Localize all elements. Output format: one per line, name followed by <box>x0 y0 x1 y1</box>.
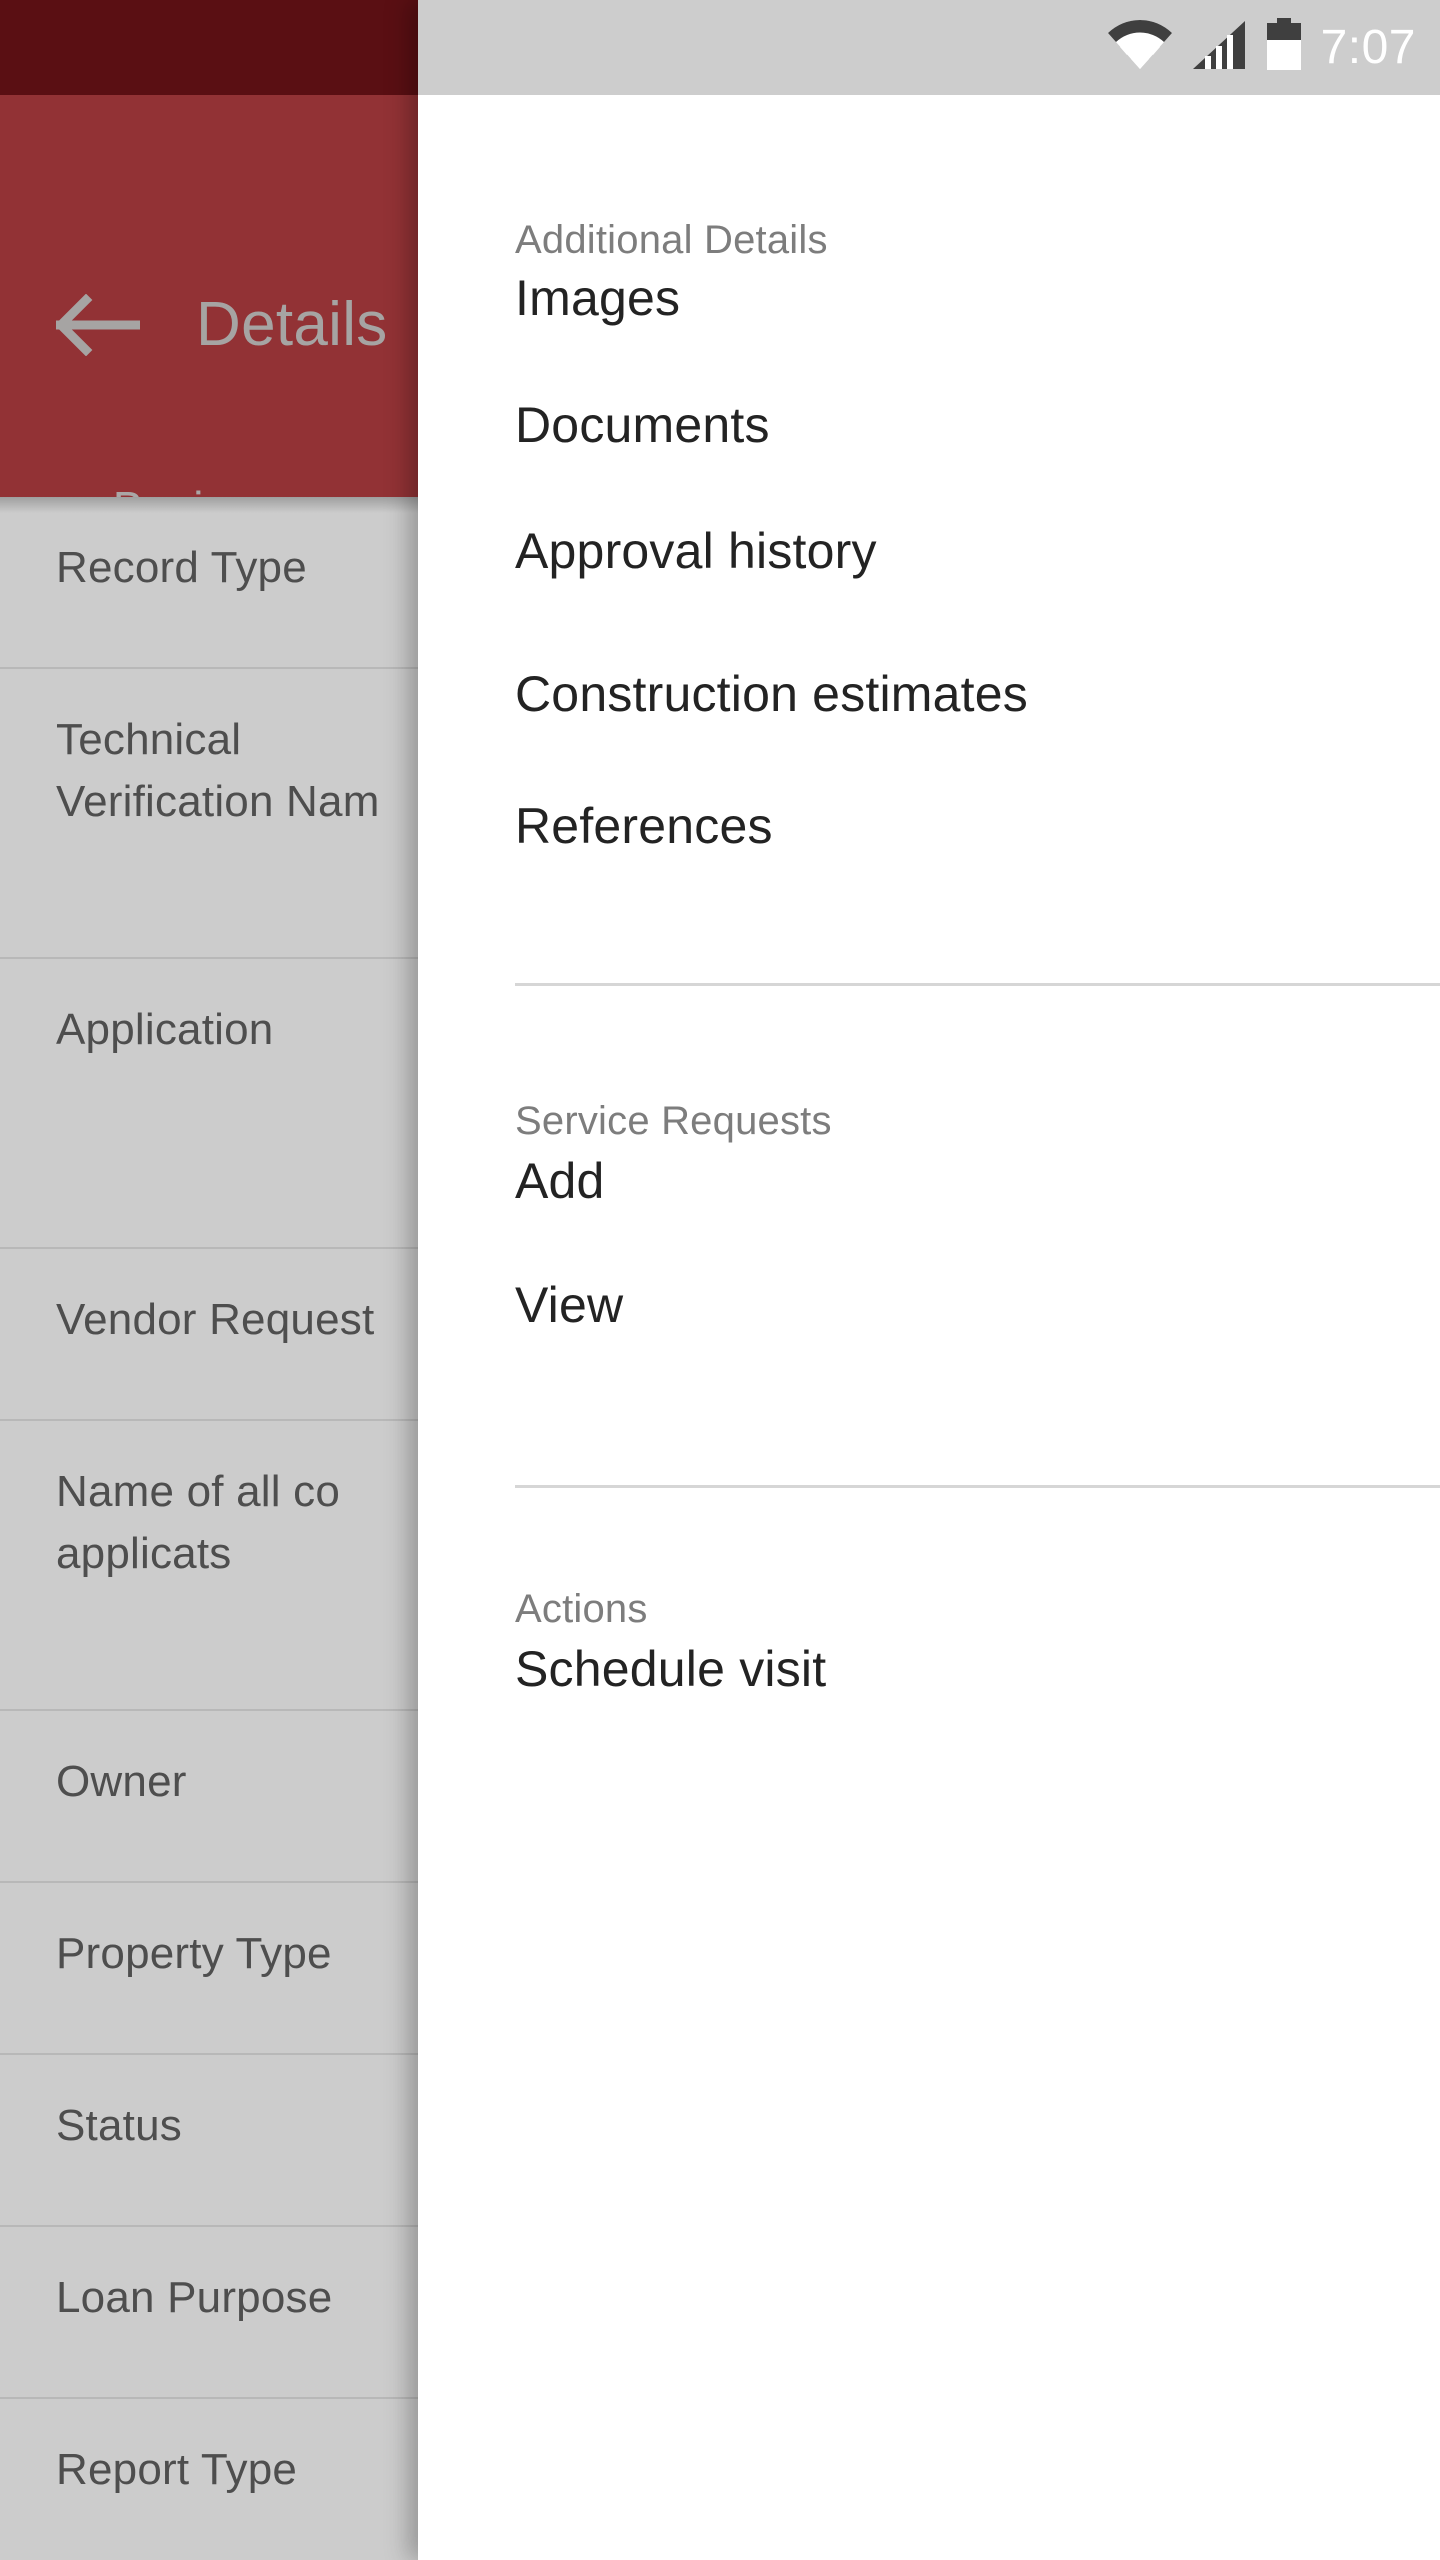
status-clock: 7:07 <box>1320 21 1416 74</box>
details-field-list: Record Type Technical Verification Nam A… <box>0 497 418 2560</box>
field-label: Loan Purpose <box>56 2273 333 2322</box>
navigation-drawer: 7:07 Additional Details Images Documents… <box>418 0 1440 2560</box>
section-header-additional-details: Additional Details <box>515 218 828 262</box>
page-title: Details <box>196 290 388 359</box>
field-label: Record Type <box>56 543 307 592</box>
drawer-item-images[interactable]: Images <box>515 265 680 331</box>
table-row[interactable]: Report Type <box>0 2399 418 2560</box>
drawer-divider <box>515 983 1440 986</box>
table-row[interactable]: Vendor Request <box>0 1249 418 1421</box>
table-row[interactable]: Record Type <box>0 497 418 669</box>
field-label: Application <box>56 1005 274 1054</box>
back-arrow-icon[interactable] <box>48 275 148 375</box>
field-label: Name of all co applicats <box>56 1467 341 1578</box>
drawer-content: Additional Details Images Documents Appr… <box>418 95 1440 2560</box>
battery-icon <box>1265 18 1303 77</box>
status-icon-group: 7:07 <box>1107 0 1416 95</box>
cellular-signal-icon <box>1191 19 1247 76</box>
drawer-item-schedule-visit[interactable]: Schedule visit <box>515 1636 826 1702</box>
table-row[interactable]: Name of all co applicats <box>0 1421 418 1711</box>
app-bar: Details Basic A <box>0 95 525 587</box>
table-row[interactable]: Loan Purpose <box>0 2227 418 2399</box>
mobile-screen: Details Basic A Record Type Technical Ve… <box>0 0 1440 2560</box>
drawer-item-construction-estimates[interactable]: Construction estimates <box>515 661 1028 727</box>
field-label: Report Type <box>56 2445 298 2494</box>
drawer-item-documents[interactable]: Documents <box>515 392 770 458</box>
field-label: Technical Verification Nam <box>56 715 380 826</box>
table-row[interactable]: Status <box>0 2055 418 2227</box>
table-row[interactable]: Property Type <box>0 1883 418 2055</box>
field-label: Vendor Request <box>56 1295 375 1344</box>
drawer-item-approval-history[interactable]: Approval history <box>515 518 877 584</box>
field-label: Owner <box>56 1757 187 1806</box>
field-label: Status <box>56 2101 182 2150</box>
table-row[interactable]: Technical Verification Nam <box>0 669 418 959</box>
drawer-item-references[interactable]: References <box>515 793 773 859</box>
field-label: Property Type <box>56 1929 332 1978</box>
status-bar-app-side <box>0 0 418 95</box>
status-bar: 7:07 <box>418 0 1440 95</box>
drawer-item-view[interactable]: View <box>515 1272 623 1338</box>
section-header-service-requests: Service Requests <box>515 1099 832 1143</box>
wifi-icon <box>1107 19 1173 76</box>
section-header-actions: Actions <box>515 1587 648 1631</box>
table-row[interactable]: Application <box>0 959 418 1249</box>
drawer-item-add[interactable]: Add <box>515 1148 605 1214</box>
drawer-divider <box>515 1485 1440 1488</box>
table-row[interactable]: Owner <box>0 1711 418 1883</box>
